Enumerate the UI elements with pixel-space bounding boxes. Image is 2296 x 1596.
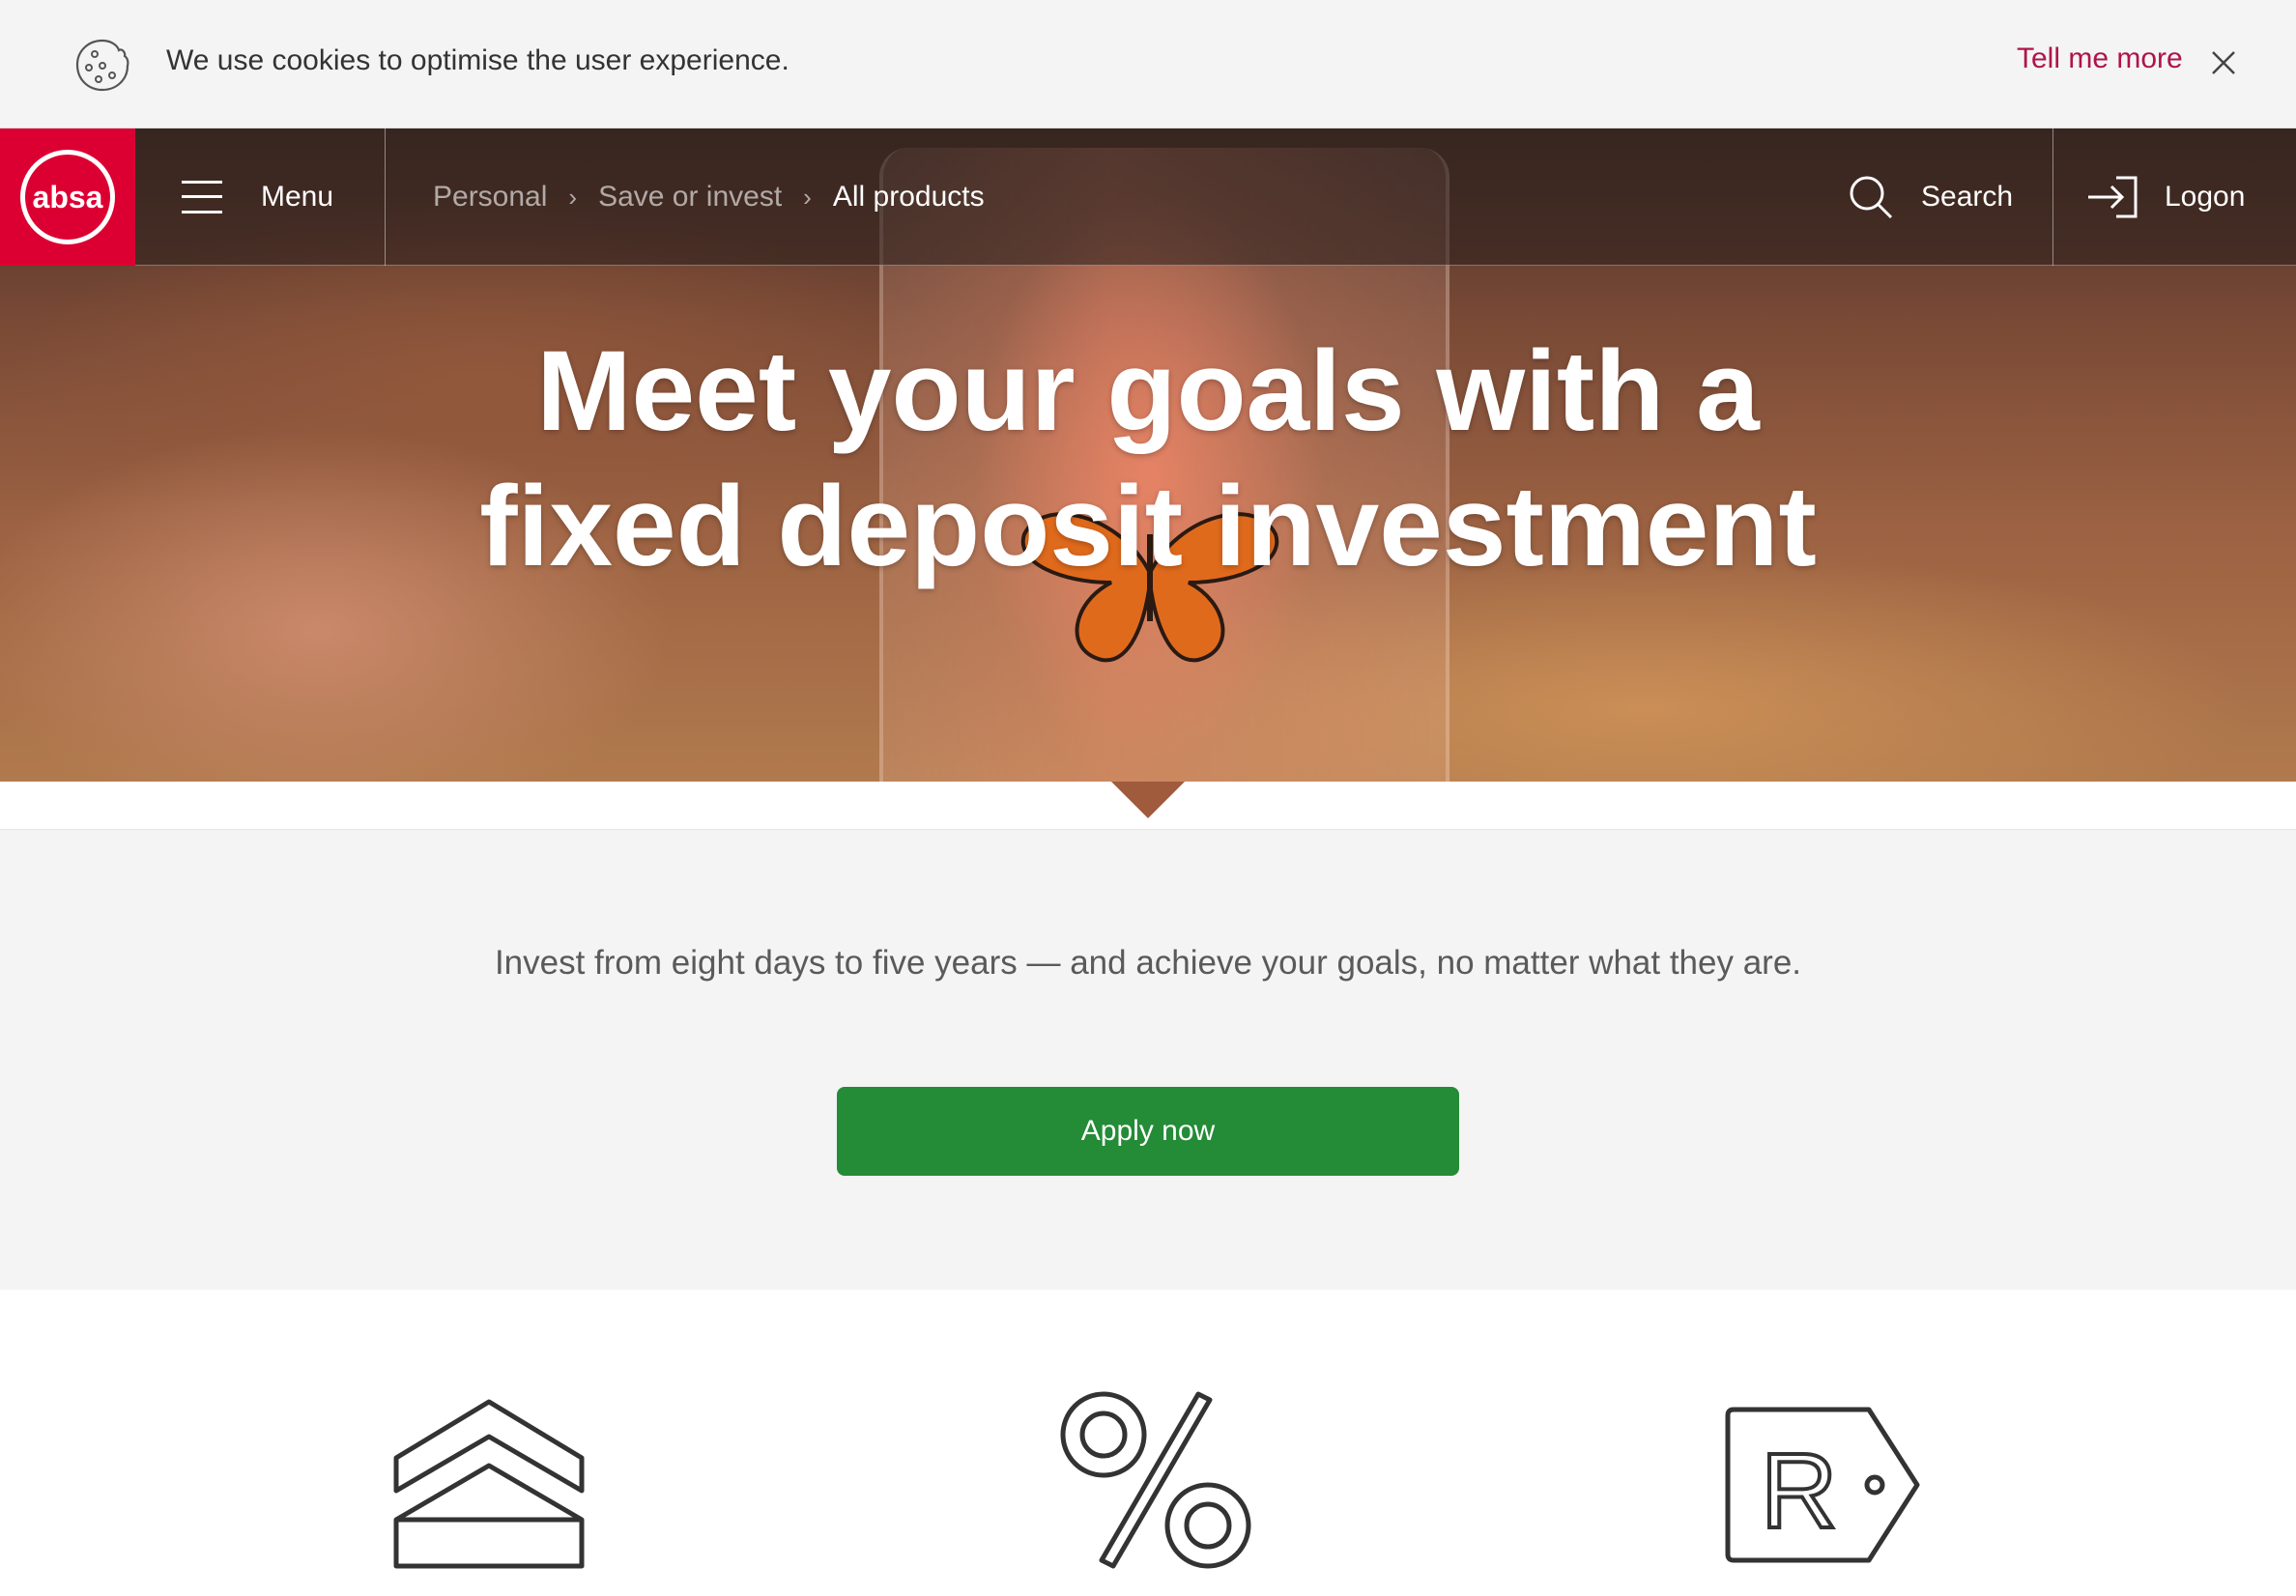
percent-icon	[1060, 1391, 1251, 1569]
menu-button[interactable]: Menu	[182, 128, 333, 266]
logo-text: absa	[20, 150, 115, 244]
cookie-banner: We use cookies to optimise the user expe…	[0, 0, 2296, 128]
hamburger-icon	[182, 181, 222, 214]
tell-me-more-link[interactable]: Tell me more	[2017, 43, 2183, 75]
breadcrumb-all-products: All products	[832, 181, 985, 213]
logon-button[interactable]: Logon	[2085, 128, 2245, 266]
apply-now-button[interactable]: Apply now	[837, 1087, 1459, 1176]
hero-title: Meet your goals with a fixed deposit inv…	[479, 328, 1817, 590]
search-button[interactable]: Search	[1848, 128, 2013, 266]
intro-text: Invest from eight days to five years — a…	[494, 944, 1802, 982]
close-icon[interactable]	[2209, 48, 2238, 77]
double-up-arrow-icon	[393, 1399, 585, 1569]
features-section: R	[0, 1290, 2296, 1596]
breadcrumb-save-or-invest[interactable]: Save or invest	[598, 181, 782, 214]
breadcrumb: Personal › Save or invest › All products	[433, 128, 985, 266]
top-navigation: absa Menu Personal › Save or invest › Al…	[0, 128, 2296, 266]
chevron-right-icon: ›	[803, 182, 812, 212]
nav-divider	[2052, 128, 2053, 266]
intro-section: Invest from eight days to five years — a…	[0, 782, 2296, 1290]
absa-logo[interactable]: absa	[0, 128, 135, 266]
menu-label: Menu	[261, 181, 334, 213]
search-icon	[1850, 176, 1893, 219]
cookie-icon	[75, 39, 129, 92]
breadcrumb-personal[interactable]: Personal	[433, 181, 547, 214]
hero-pointer	[1111, 782, 1185, 818]
logon-icon	[2088, 176, 2138, 218]
chevron-right-icon: ›	[568, 182, 578, 212]
hero-title-wrap: Meet your goals with a fixed deposit inv…	[0, 266, 2296, 652]
nav-divider	[385, 128, 386, 266]
cookie-message: We use cookies to optimise the user expe…	[166, 44, 789, 76]
logon-label: Logon	[2165, 181, 2246, 213]
rand-price-tag-icon: R	[1725, 1407, 1920, 1563]
search-label: Search	[1921, 181, 2014, 213]
svg-text:R: R	[1761, 1432, 1837, 1551]
